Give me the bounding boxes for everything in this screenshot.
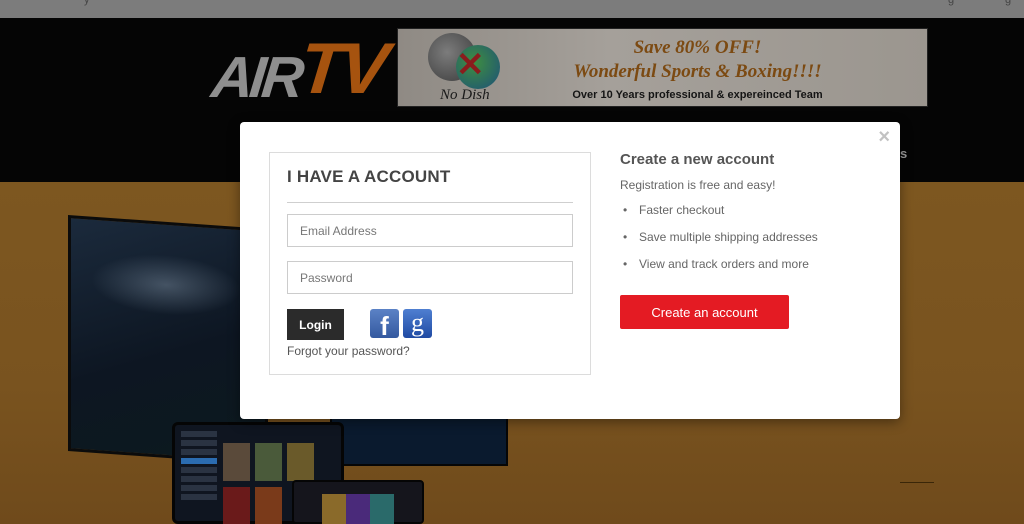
forgot-password-link[interactable]: Forgot your password? [287, 344, 410, 358]
facebook-login-icon[interactable]: f [370, 309, 399, 341]
email-input[interactable] [287, 214, 573, 247]
login-modal: × I HAVE A ACCOUNT Login f g Forgot your… [240, 122, 900, 419]
password-input[interactable] [287, 261, 573, 294]
login-divider [287, 202, 573, 203]
list-item: • Save multiple shipping addresses [620, 228, 880, 255]
login-panel: I HAVE A ACCOUNT Login f g Forgot your p… [269, 152, 591, 375]
register-title: Create a new account [620, 151, 775, 168]
benefit-text: Faster checkout [639, 203, 725, 217]
list-item: • Faster checkout [620, 201, 880, 228]
close-icon[interactable]: × [878, 127, 890, 147]
register-subtitle: Registration is free and easy! [620, 178, 776, 192]
benefit-text: Save multiple shipping addresses [639, 230, 818, 244]
google-login-icon[interactable]: g [403, 309, 432, 338]
benefits-list: • Faster checkout • Save multiple shipping… [620, 201, 880, 282]
login-button[interactable]: Login [287, 309, 344, 340]
bullet-icon: • [623, 230, 628, 244]
list-item: • View and track orders and more [620, 255, 880, 282]
bullet-icon: • [623, 203, 628, 217]
register-panel: Create a new account Registration is fre… [620, 151, 880, 329]
create-account-button[interactable]: Create an account [620, 295, 789, 329]
bullet-icon: • [623, 257, 628, 271]
benefit-text: View and track orders and more [639, 257, 809, 271]
login-title: I HAVE A ACCOUNT [287, 167, 451, 186]
